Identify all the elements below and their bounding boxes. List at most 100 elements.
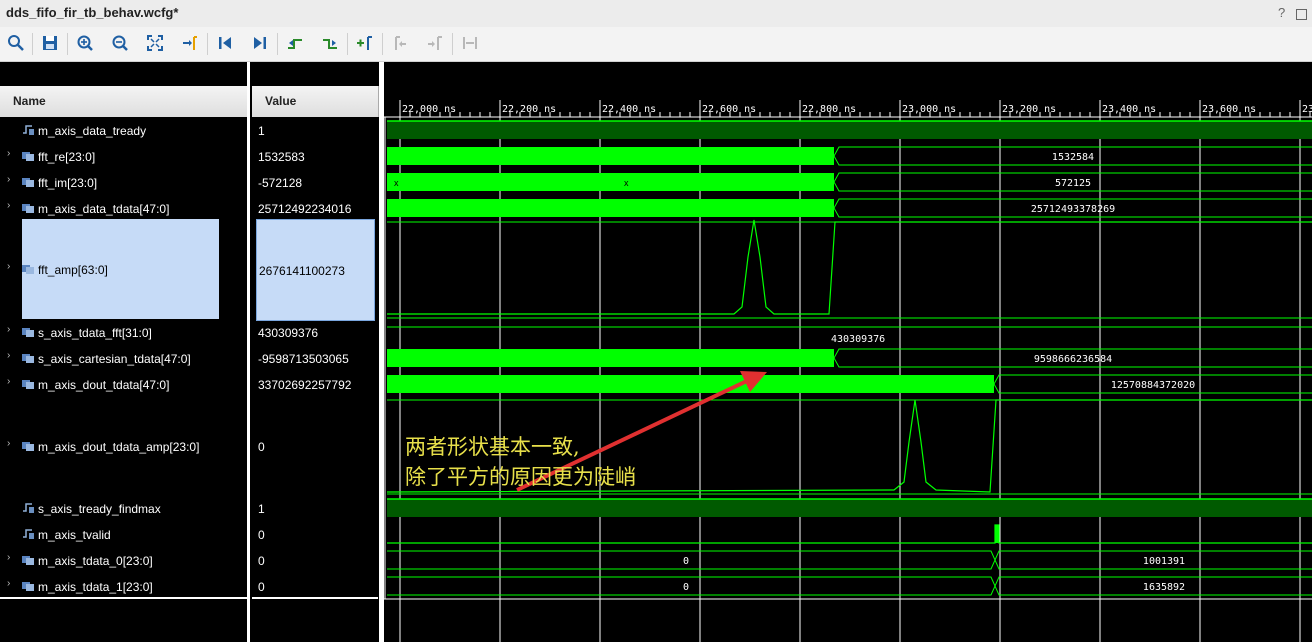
signal-row-value[interactable]: 0 [250, 573, 376, 599]
signal-name: fft_im[23:0] [38, 176, 98, 190]
signal-row-value[interactable]: -572128 [250, 169, 376, 195]
previous-transition-icon[interactable] [285, 34, 305, 54]
value-column-header[interactable]: Value [252, 86, 379, 117]
signal-name: s_axis_cartesian_tdata[47:0] [38, 352, 191, 366]
zoom-fit-icon[interactable] [145, 34, 165, 54]
signal-value: -9598713503065 [258, 352, 349, 366]
signal-value: -572128 [258, 176, 303, 190]
expand-chevron-icon[interactable]: › [7, 324, 10, 335]
signal-name: fft_amp[63:0] [38, 263, 108, 277]
bus-signal-icon [22, 176, 34, 187]
x-marker: x [394, 178, 399, 188]
annotation-line-2: 除了平方的原因更为陡峭 [405, 465, 636, 489]
signal-row-name[interactable]: › m_axis_data_tdata[47:0] [0, 195, 247, 221]
signal-row-name[interactable]: › fft_im[23:0] [0, 169, 247, 195]
pane-divider[interactable] [379, 62, 383, 642]
expand-chevron-icon[interactable]: › [7, 376, 10, 387]
window-titlebar: dds_fifo_fir_tb_behav.wcfg* ? [0, 0, 1312, 27]
signal-row-name[interactable]: m_axis_tvalid [0, 521, 247, 547]
tick-label: 23,200 ns [1002, 104, 1056, 115]
signal-row-value[interactable]: -9598713503065 [250, 345, 376, 371]
signal-row-value[interactable]: 33702692257792 [250, 371, 376, 397]
tick-label: 23 [1302, 104, 1312, 115]
wave-dout-label: 12570884372020 [1111, 380, 1195, 391]
signal-row-name[interactable]: › fft_amp[63:0] [7, 219, 219, 319]
expand-chevron-icon[interactable]: › [7, 438, 10, 449]
wave-fft-im-label: 572125 [1055, 178, 1091, 189]
signal-row-name[interactable]: › s_axis_tdata_fft[31:0] [0, 319, 247, 345]
bus-signal-icon [22, 150, 34, 161]
next-marker-icon[interactable] [425, 34, 445, 54]
signal-name: m_axis_dout_tdata_amp[23:0] [38, 440, 200, 454]
signal-row-name[interactable]: s_axis_tready_findmax [0, 495, 247, 521]
signal-row-name[interactable]: › s_axis_cartesian_tdata[47:0] [0, 345, 247, 371]
previous-marker-icon[interactable] [390, 34, 410, 54]
wave-fft-im-dense [387, 173, 834, 191]
expand-chevron-icon[interactable]: › [7, 200, 10, 211]
bus-signal-icon [22, 580, 34, 591]
expand-chevron-icon[interactable]: › [7, 350, 10, 361]
signal-row-value[interactable]: 1 [250, 117, 376, 143]
next-transition-icon[interactable] [320, 34, 340, 54]
signal-value: 1 [258, 502, 265, 516]
maximize-button[interactable] [1296, 9, 1307, 20]
wave-m-axis-data-tready [387, 121, 1312, 139]
signal-row-name[interactable]: m_axis_data_tready [0, 117, 247, 143]
signal-row-value[interactable]: 0 [250, 547, 376, 573]
toolbar [0, 27, 1312, 62]
swap-cursors-icon[interactable] [460, 34, 480, 54]
signal-row-name[interactable]: › m_axis_tdata_1[23:0] [0, 573, 247, 599]
signal-row-value[interactable]: 1532583 [250, 143, 376, 169]
signal-value: 2676141100273 [259, 264, 345, 278]
signal-row-value[interactable]: 1 [250, 495, 376, 521]
signal-value: 25712492234016 [258, 202, 352, 216]
add-marker-icon[interactable] [355, 34, 375, 54]
signal-value: 0 [258, 528, 265, 542]
help-button[interactable]: ? [1278, 5, 1285, 20]
signal-row-value[interactable]: 2676141100273 [256, 219, 375, 321]
bus-signal-icon [22, 202, 34, 213]
go-to-last-time-icon[interactable] [250, 34, 270, 54]
signal-value: 33702692257792 [258, 378, 352, 392]
signal-value: 0 [258, 580, 265, 594]
wave-cartesian-label: 9598666236584 [1034, 354, 1112, 365]
x-marker: x [624, 178, 629, 188]
signal-value: 430309376 [258, 326, 319, 340]
bus-signal-icon [22, 378, 34, 389]
signal-row-value[interactable]: 0 [250, 397, 376, 495]
wave-s-axis-tdata-fft-label: 430309376 [831, 334, 885, 345]
signal-row-name[interactable]: › m_axis_dout_tdata_amp[23:0] [0, 397, 247, 495]
signal-value: 1 [258, 124, 265, 138]
wave-fft-re-dense [387, 147, 834, 165]
signal-row-value[interactable]: 0 [250, 521, 376, 547]
expand-chevron-icon[interactable]: › [7, 148, 10, 159]
name-column-header[interactable]: Name [0, 86, 248, 117]
wave-m-axis-tvalid [387, 524, 1312, 544]
signal-row-name[interactable]: › m_axis_dout_tdata[47:0] [0, 371, 247, 397]
bit-signal-icon [22, 528, 34, 539]
bus-signal-icon [22, 352, 34, 363]
zoom-in-icon[interactable] [75, 34, 95, 54]
go-to-time-0-icon[interactable] [215, 34, 235, 54]
go-to-cursor-icon[interactable] [180, 34, 200, 54]
annotation-text: 两者形状基本一致, 除了平方的原因更为陡峭 [405, 432, 636, 492]
expand-chevron-icon[interactable]: › [7, 174, 10, 185]
signal-name: m_axis_tvalid [38, 528, 111, 542]
signal-value: 0 [258, 440, 265, 454]
waveform-canvas[interactable]: 22,000 ns 22,200 ns 22,400 ns 22,600 ns 22,8… [384, 62, 1312, 642]
wave-m_axis_tdata_1-label-a: 0 [683, 582, 689, 593]
expand-chevron-icon[interactable]: › [7, 578, 10, 589]
wave-m-axis-data-tdata-dense [387, 199, 834, 217]
signal-row-name[interactable]: › m_axis_tdata_0[23:0] [0, 547, 247, 573]
search-icon[interactable] [6, 34, 26, 54]
signal-row-name[interactable]: › fft_re[23:0] [0, 143, 247, 169]
wave-m_axis_tdata_0-label-a: 0 [683, 556, 689, 567]
signal-name: fft_re[23:0] [38, 150, 96, 164]
expand-chevron-icon[interactable]: › [7, 261, 10, 272]
expand-chevron-icon[interactable]: › [7, 552, 10, 563]
zoom-out-icon[interactable] [110, 34, 130, 54]
signal-row-value[interactable]: 430309376 [250, 319, 376, 345]
bus-signal-icon [22, 326, 34, 337]
signal-row-value[interactable]: 25712492234016 [250, 195, 376, 221]
save-icon[interactable] [40, 34, 60, 54]
